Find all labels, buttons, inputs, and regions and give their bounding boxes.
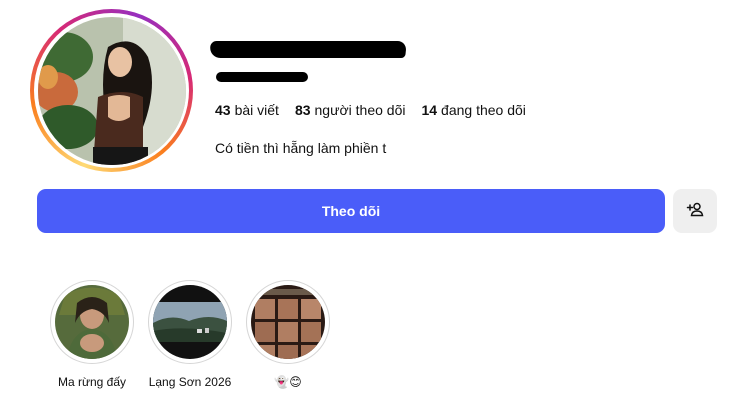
highlight-item[interactable]: 👻😊 xyxy=(246,280,330,389)
highlight-cover xyxy=(251,285,325,359)
stat-following-count: 14 xyxy=(421,102,438,118)
full-name-redacted xyxy=(216,72,308,82)
profile-avatar[interactable] xyxy=(30,9,193,172)
highlight-label: Ma rừng đấy xyxy=(57,375,127,389)
stat-followers-count: 83 xyxy=(294,102,311,118)
follow-button[interactable]: Theo dõi xyxy=(37,189,665,233)
suggest-accounts-button[interactable] xyxy=(673,189,717,233)
highlight-item[interactable]: Lạng Sơn 2026 xyxy=(148,280,232,389)
highlight-cover xyxy=(55,285,129,359)
stat-posts-label: bài viết xyxy=(234,102,279,118)
stat-followers-label: người theo dõi xyxy=(314,102,406,118)
highlight-label: Lạng Sơn 2026 xyxy=(148,375,232,389)
username-redacted xyxy=(209,41,407,58)
stat-posts-count: 43 xyxy=(215,102,231,118)
person-plus-icon xyxy=(686,200,704,223)
stat-following[interactable]: 14 đang theo dõi xyxy=(421,102,525,118)
profile-bio: Có tiền thì hẵng làm phiền t xyxy=(215,140,387,156)
profile-stats: 43 bài viết 83 người theo dõi 14 đang theo … xyxy=(215,102,526,118)
highlight-item[interactable]: Ma rừng đấy xyxy=(50,280,134,389)
profile-photo xyxy=(37,16,186,165)
stat-posts: 43 bài viết xyxy=(215,102,279,118)
highlight-cover xyxy=(153,285,227,359)
stat-followers[interactable]: 83 người theo dõi xyxy=(295,102,406,118)
stat-following-label: đang theo dõi xyxy=(441,102,526,118)
highlight-label: 👻😊 xyxy=(274,375,302,389)
